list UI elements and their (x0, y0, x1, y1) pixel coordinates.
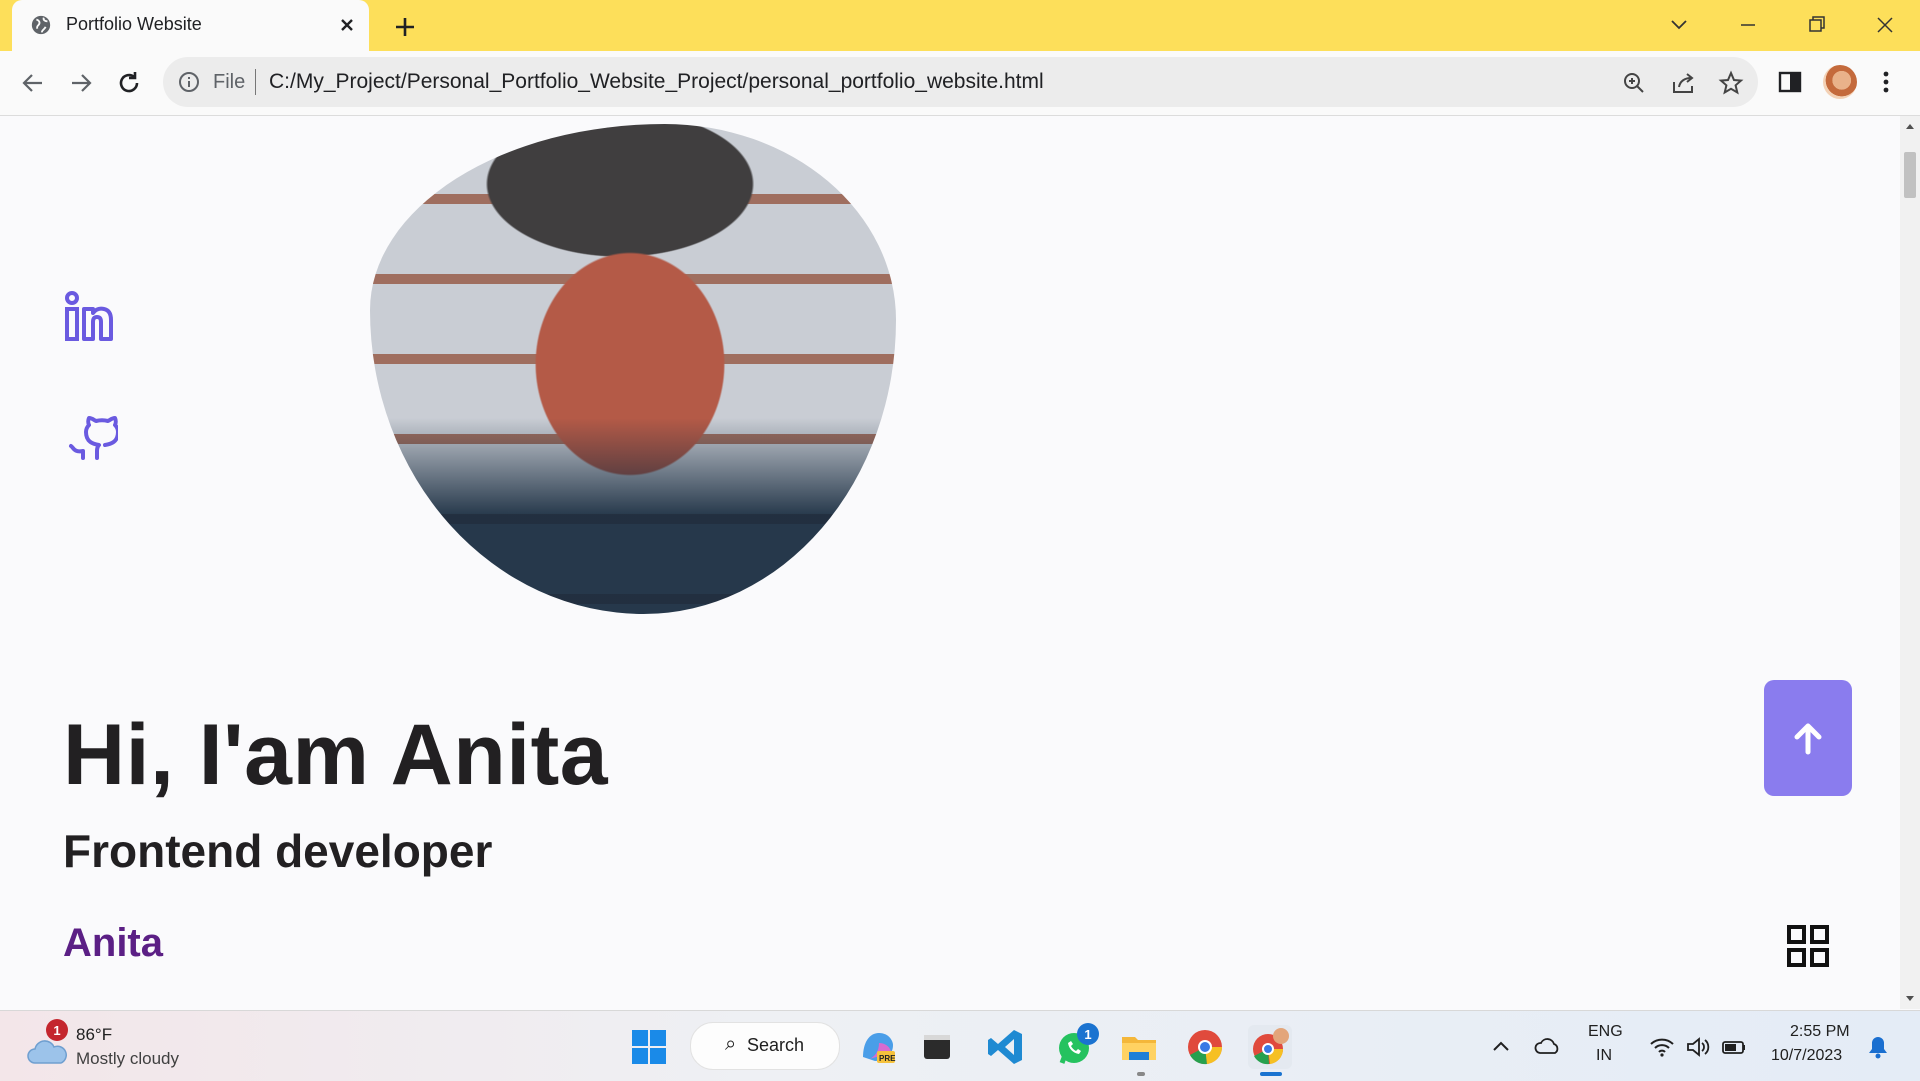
clock-time[interactable]: 2:55 PM (1790, 1023, 1850, 1041)
onedrive-cloud-icon[interactable] (1534, 1033, 1562, 1061)
explorer-running-indicator (1137, 1072, 1145, 1076)
linkedin-icon[interactable] (62, 291, 118, 347)
scroll-down-arrow-icon[interactable] (1904, 993, 1916, 1005)
scrollbar-thumb[interactable] (1904, 152, 1916, 198)
chrome-profile-icon[interactable] (1248, 1025, 1292, 1069)
brand-name[interactable]: Anita (63, 921, 163, 966)
file-explorer-icon[interactable] (1117, 1025, 1161, 1069)
github-icon[interactable] (62, 408, 118, 464)
weather-description[interactable]: Mostly cloudy (76, 1049, 179, 1069)
back-icon[interactable] (16, 66, 50, 100)
scroll-to-top-button[interactable] (1764, 680, 1852, 796)
chrome-icon[interactable] (1183, 1025, 1227, 1069)
share-icon[interactable] (1670, 70, 1696, 96)
close-window-icon[interactable] (1867, 10, 1903, 40)
profile-avatar[interactable] (1823, 65, 1857, 99)
url-text[interactable]: C:/My_Project/Personal_Portfolio_Website… (269, 70, 1044, 94)
bookmark-star-icon[interactable] (1718, 70, 1744, 96)
tab-portfolio[interactable]: Portfolio Website (12, 0, 369, 51)
grid-menu-icon[interactable] (1785, 923, 1831, 969)
taskbar-search[interactable]: ⌕ Search (690, 1022, 840, 1070)
weather-temp[interactable]: 86°F (76, 1025, 112, 1045)
language-indicator[interactable]: ENG (1588, 1023, 1623, 1041)
minimize-icon[interactable] (1730, 10, 1766, 40)
side-panel-icon[interactable] (1774, 66, 1806, 98)
notification-bell-icon[interactable] (1864, 1033, 1892, 1061)
svg-text:PRE: PRE (879, 1054, 896, 1063)
battery-icon[interactable] (1720, 1033, 1748, 1061)
menu-kebab-icon[interactable] (1870, 66, 1902, 98)
vscode-icon[interactable] (983, 1025, 1027, 1069)
arrow-up-icon (1794, 723, 1822, 755)
copilot-icon[interactable]: PRE (855, 1025, 899, 1069)
tab-title: Portfolio Website (66, 14, 202, 34)
close-tab-icon[interactable] (334, 12, 360, 38)
language-region[interactable]: IN (1596, 1047, 1612, 1065)
search-label: Search (747, 1035, 805, 1055)
zoom-icon[interactable] (1621, 70, 1647, 96)
page-viewport: Hi, I'am Anita Frontend developer Anita (0, 116, 1900, 1009)
search-icon: ⌕ (725, 1033, 737, 1055)
globe-icon (31, 15, 51, 35)
restore-icon[interactable] (1798, 10, 1834, 40)
show-hidden-icons-chevron[interactable] (1487, 1033, 1515, 1061)
page-scrollbar[interactable] (1900, 116, 1920, 1009)
omnibox-divider (255, 69, 256, 95)
site-info-icon[interactable] (177, 70, 201, 94)
weather-badge: 1 (46, 1019, 68, 1041)
tab-search-chevron-icon[interactable] (1661, 10, 1697, 40)
whatsapp-badge: 1 (1077, 1023, 1099, 1045)
volume-icon[interactable] (1684, 1033, 1712, 1061)
terminal-app-icon[interactable] (915, 1025, 959, 1069)
forward-icon[interactable] (64, 66, 98, 100)
windows-start-icon[interactable] (627, 1025, 671, 1069)
hero-subtitle: Frontend developer (63, 825, 493, 877)
scroll-up-arrow-icon[interactable] (1904, 120, 1916, 132)
tab-strip: Portfolio Website (0, 0, 1920, 51)
scheme-label: File (213, 71, 246, 93)
reload-icon[interactable] (112, 66, 146, 100)
chrome-active-indicator (1260, 1072, 1282, 1076)
hero-title: Hi, I'am Anita (63, 707, 609, 803)
clock-date[interactable]: 10/7/2023 (1771, 1047, 1842, 1065)
new-tab-icon[interactable] (390, 12, 420, 42)
profile-photo (370, 124, 896, 614)
wifi-icon[interactable] (1648, 1033, 1676, 1061)
address-bar[interactable]: File C:/My_Project/Personal_Portfolio_We… (163, 57, 1758, 107)
windows-taskbar: 1 86°F Mostly cloudy ⌕ Search PRE 1 ENG … (0, 1010, 1920, 1081)
browser-toolbar: File C:/My_Project/Personal_Portfolio_We… (0, 51, 1920, 116)
